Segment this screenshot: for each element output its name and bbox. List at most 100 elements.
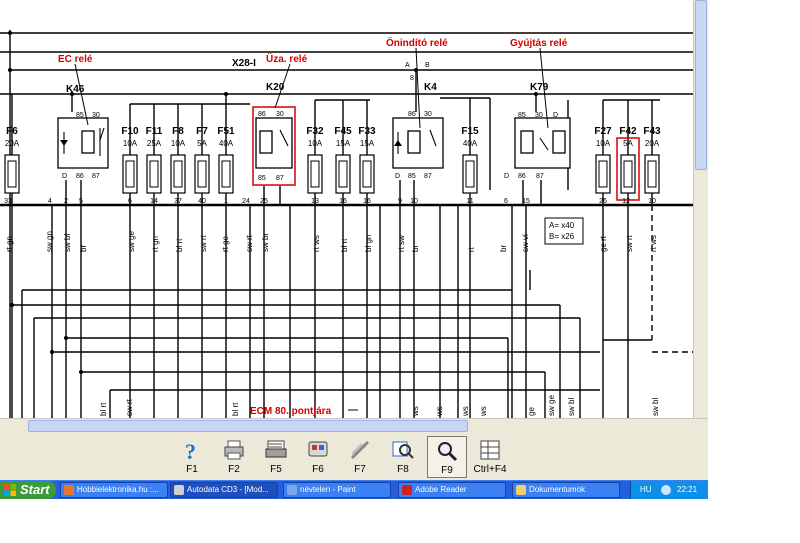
taskbar: Start Hobbielektronika.hu :... Autodata … [0,480,708,499]
key-label: F7 [354,464,366,475]
relay-k4-label: K4 [424,82,437,93]
terminal-number: 2 [64,198,68,205]
key-label: F8 [397,464,409,475]
terminal-number: 26 [599,198,607,205]
legend-line-b: B= x26 [549,232,575,241]
pin-label: 85 [408,173,416,180]
fuse-rating: 15A [360,139,375,148]
windows-logo-icon [4,484,16,496]
print-preview-button[interactable]: F5 [256,436,296,478]
clock: 22:21 [677,485,698,494]
key-label: F9 [441,465,453,476]
pin-label: 86 [258,111,266,118]
pin-label: 87 [424,173,432,180]
taskbar-item-label: Autodata CD3 - [Mod... [187,485,269,494]
terminal-number: 15 [522,198,530,205]
fuse-name: F51 [217,126,235,137]
taskbar-item-autodata[interactable]: Autodata CD3 - [Mod... [170,482,278,498]
terminal-number: 5 [79,198,83,205]
taskbar-item-paint[interactable]: névtelen - Paint [283,482,391,498]
fuse-rating: 15A [336,139,351,148]
relay-k20-label: K20 [266,82,285,93]
terminal-number: 33 [4,198,12,205]
wire-color-label: bl rt [175,238,184,252]
taskbar-item-label: Hobbielektronika.hu :... [77,485,159,494]
terminal-number: 25 [260,198,268,205]
pin-label: 87 [276,175,284,182]
bottom-wire-label: sw bl [651,398,660,416]
vertical-scrollbar[interactable] [693,0,708,418]
zoom-diagram-button[interactable]: F8 [383,436,423,478]
horizontal-scrollbar[interactable] [0,418,708,433]
pin-label: 30 [424,111,432,118]
bottom-wire-label: bl rt [99,402,108,416]
onindito-relay-annotation: Önindító relé [386,36,448,49]
wire-color-label: sw rt [245,234,254,252]
wiring-diagram-viewport[interactable]: EC relé Üza. relé Önindító relé Gyújtás … [0,0,708,418]
horizontal-scroll-thumb[interactable] [28,420,468,432]
tray-app-icon[interactable] [661,485,671,495]
paint-icon [287,485,297,495]
taskbar-item-adobe-reader[interactable]: Adobe Reader [398,482,506,498]
page-background [0,499,800,543]
pin-label: 85 [518,112,526,119]
wire-color-label: sw gn [45,231,54,252]
vertical-scroll-thumb[interactable] [695,0,707,170]
fuse-rating: 10A [596,139,611,148]
wire-color-label: rt sw [397,235,406,252]
bottom-wire-label: ws [435,406,444,417]
pin-label: D [504,173,509,180]
start-button[interactable]: Start [0,481,56,499]
fuse-name: F10 [121,126,139,137]
fuse-rating: 20A [645,139,660,148]
taskbar-item-documents[interactable]: Dokumentumok [512,482,620,498]
fuse-rating: 20A [5,139,20,148]
wire-color-label: ge rt [599,235,608,252]
terminal-number: 40 [198,198,206,205]
fuse-rating: 40A [219,139,234,148]
wire-color-label: br [499,245,508,252]
ecm-note: ECM 80. pontjára [250,406,332,417]
pin-label: 85 [258,175,266,182]
bottom-wire-label: ge [527,407,536,416]
wire-color-label: rt ws [312,235,321,252]
wire-color-label: rt ge [221,235,230,252]
pin-label: 30 [92,112,100,119]
table-icon [480,440,500,460]
print-button[interactable]: F2 [214,436,254,478]
pin-label: 30 [276,111,284,118]
key-label: F6 [312,464,324,475]
gyujtas-relay-annotation: Gyújtás relé [510,38,568,49]
adobe-reader-icon [402,485,412,495]
tools-icon [350,440,370,460]
language-indicator[interactable]: HU [640,481,652,499]
magnifier-button[interactable]: F9 [427,436,467,478]
fuse-name: F8 [172,126,184,137]
connector-label: X28-I [232,58,256,69]
wire-color-label: bl gn [364,235,373,252]
pin-label: 86 [76,173,84,180]
copy-button[interactable]: F6 [298,436,338,478]
close-window-button[interactable]: Ctrl+F4 [470,436,510,478]
taskbar-item-label: Adobe Reader [415,485,467,494]
fuse-name: F6 [6,126,18,137]
tools-button[interactable]: F7 [340,436,380,478]
legend-line-a: A= x40 [549,221,575,230]
wire-color-label: br [411,245,420,252]
key-label: F2 [228,464,240,475]
function-key-toolbar: ? F1 F2 F5 F6 F7 F8 F9 Ctrl+F4 [0,433,708,480]
pin-label: D [395,173,400,180]
svg-text:?: ? [185,439,196,462]
fuse-name: F42 [619,126,637,137]
relay-k79-label: K79 [530,82,549,93]
fuse-name: F33 [358,126,376,137]
taskbar-item-browser[interactable]: Hobbielektronika.hu :... [60,482,168,498]
start-label: Start [20,482,50,497]
pin-label: 87 [92,173,100,180]
terminal-number: 8 [410,75,414,82]
terminal-number: 16 [363,198,371,205]
autodata-icon [174,485,184,495]
terminal-number: 6 [504,198,508,205]
pin-label: 30 [535,112,543,119]
help-button[interactable]: ? F1 [172,436,212,478]
